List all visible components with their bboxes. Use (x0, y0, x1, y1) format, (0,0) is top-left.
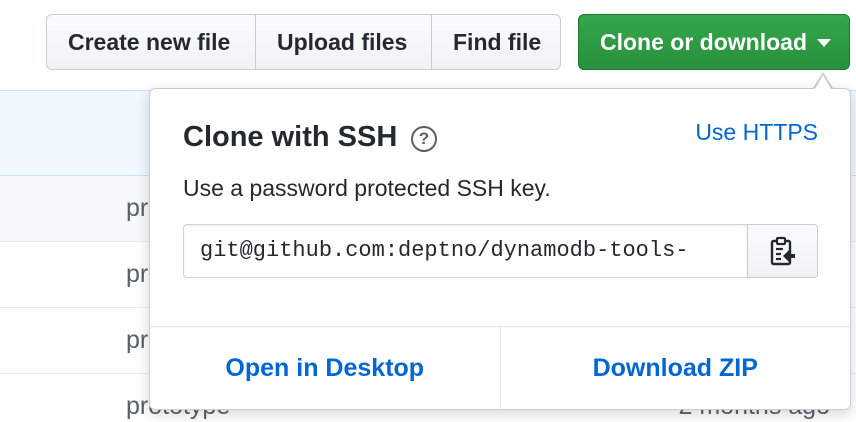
clone-or-download-button[interactable]: Clone or download (578, 14, 850, 70)
question-icon[interactable]: ? (411, 126, 437, 152)
commit-message[interactable]: pr (126, 326, 148, 355)
clone-dropdown: Clone with SSH ? Use HTTPS Use a passwor… (149, 88, 851, 410)
file-actions-group: Create new file Upload files Find file (46, 14, 561, 70)
clone-title: Clone with SSH (183, 121, 398, 153)
upload-files-button[interactable]: Upload files (256, 14, 432, 70)
commit-message[interactable]: pr (126, 260, 148, 289)
commit-message[interactable]: pr (126, 194, 148, 223)
clone-or-download-label: Clone or download (600, 28, 807, 55)
find-file-button[interactable]: Find file (432, 14, 561, 70)
open-in-desktop-button[interactable]: Open in Desktop (150, 327, 500, 410)
clone-footer: Open in Desktop Download ZIP (150, 326, 850, 410)
triangle-down-icon (817, 39, 831, 47)
copy-url-button[interactable] (747, 224, 818, 278)
clone-url-input[interactable]: git@github.com:deptno/dynamodb-tools- (183, 224, 747, 278)
download-zip-button[interactable]: Download ZIP (499, 327, 851, 410)
clippy-icon (770, 236, 795, 266)
use-https-link[interactable]: Use HTTPS (695, 119, 818, 146)
clone-description: Use a password protected SSH key. (183, 175, 551, 201)
dropdown-pointer-fill (815, 75, 831, 89)
create-new-file-button[interactable]: Create new file (46, 14, 256, 70)
